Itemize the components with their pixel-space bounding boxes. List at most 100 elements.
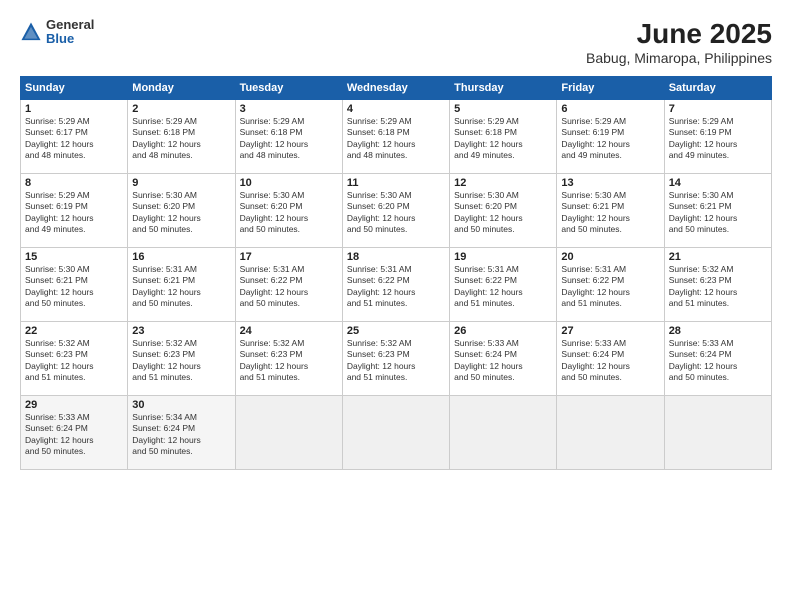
calendar-subtitle: Babug, Mimaropa, Philippines	[586, 50, 772, 66]
day-number: 10	[240, 177, 338, 189]
day-number: 13	[561, 177, 659, 189]
table-row: 15Sunrise: 5:30 AM Sunset: 6:21 PM Dayli…	[21, 248, 128, 322]
day-info: Sunrise: 5:31 AM Sunset: 6:22 PM Dayligh…	[561, 264, 659, 310]
th-sunday: Sunday	[21, 77, 128, 100]
day-info: Sunrise: 5:32 AM Sunset: 6:23 PM Dayligh…	[25, 338, 123, 384]
table-row: 16Sunrise: 5:31 AM Sunset: 6:21 PM Dayli…	[128, 248, 235, 322]
table-row: 12Sunrise: 5:30 AM Sunset: 6:20 PM Dayli…	[450, 174, 557, 248]
day-info: Sunrise: 5:30 AM Sunset: 6:20 PM Dayligh…	[240, 190, 338, 236]
day-number: 8	[25, 177, 123, 189]
day-info: Sunrise: 5:30 AM Sunset: 6:21 PM Dayligh…	[669, 190, 767, 236]
th-friday: Friday	[557, 77, 664, 100]
day-number: 21	[669, 251, 767, 263]
table-row	[664, 396, 771, 470]
day-number: 17	[240, 251, 338, 263]
day-number: 6	[561, 103, 659, 115]
table-row: 22Sunrise: 5:32 AM Sunset: 6:23 PM Dayli…	[21, 322, 128, 396]
day-info: Sunrise: 5:31 AM Sunset: 6:21 PM Dayligh…	[132, 264, 230, 310]
day-number: 25	[347, 325, 445, 337]
header-row: Sunday Monday Tuesday Wednesday Thursday…	[21, 77, 772, 100]
day-number: 26	[454, 325, 552, 337]
page: General Blue June 2025 Babug, Mimaropa, …	[0, 0, 792, 612]
th-saturday: Saturday	[664, 77, 771, 100]
day-info: Sunrise: 5:33 AM Sunset: 6:24 PM Dayligh…	[561, 338, 659, 384]
calendar-table: Sunday Monday Tuesday Wednesday Thursday…	[20, 76, 772, 470]
day-number: 5	[454, 103, 552, 115]
day-info: Sunrise: 5:31 AM Sunset: 6:22 PM Dayligh…	[240, 264, 338, 310]
th-thursday: Thursday	[450, 77, 557, 100]
table-row: 19Sunrise: 5:31 AM Sunset: 6:22 PM Dayli…	[450, 248, 557, 322]
table-row: 21Sunrise: 5:32 AM Sunset: 6:23 PM Dayli…	[664, 248, 771, 322]
day-info: Sunrise: 5:33 AM Sunset: 6:24 PM Dayligh…	[454, 338, 552, 384]
day-number: 29	[25, 399, 123, 411]
table-row: 18Sunrise: 5:31 AM Sunset: 6:22 PM Dayli…	[342, 248, 449, 322]
table-row: 5Sunrise: 5:29 AM Sunset: 6:18 PM Daylig…	[450, 100, 557, 174]
title-block: June 2025 Babug, Mimaropa, Philippines	[586, 18, 772, 66]
day-number: 27	[561, 325, 659, 337]
table-row: 29Sunrise: 5:33 AM Sunset: 6:24 PM Dayli…	[21, 396, 128, 470]
day-number: 18	[347, 251, 445, 263]
day-number: 20	[561, 251, 659, 263]
day-info: Sunrise: 5:29 AM Sunset: 6:19 PM Dayligh…	[561, 116, 659, 162]
day-number: 9	[132, 177, 230, 189]
table-row: 14Sunrise: 5:30 AM Sunset: 6:21 PM Dayli…	[664, 174, 771, 248]
day-info: Sunrise: 5:29 AM Sunset: 6:19 PM Dayligh…	[25, 190, 123, 236]
table-row: 26Sunrise: 5:33 AM Sunset: 6:24 PM Dayli…	[450, 322, 557, 396]
table-row: 24Sunrise: 5:32 AM Sunset: 6:23 PM Dayli…	[235, 322, 342, 396]
table-row: 28Sunrise: 5:33 AM Sunset: 6:24 PM Dayli…	[664, 322, 771, 396]
calendar-row: 1Sunrise: 5:29 AM Sunset: 6:17 PM Daylig…	[21, 100, 772, 174]
day-info: Sunrise: 5:30 AM Sunset: 6:21 PM Dayligh…	[25, 264, 123, 310]
table-row: 11Sunrise: 5:30 AM Sunset: 6:20 PM Dayli…	[342, 174, 449, 248]
calendar-row: 29Sunrise: 5:33 AM Sunset: 6:24 PM Dayli…	[21, 396, 772, 470]
day-number: 2	[132, 103, 230, 115]
day-number: 30	[132, 399, 230, 411]
day-number: 19	[454, 251, 552, 263]
table-row: 2Sunrise: 5:29 AM Sunset: 6:18 PM Daylig…	[128, 100, 235, 174]
day-info: Sunrise: 5:29 AM Sunset: 6:18 PM Dayligh…	[240, 116, 338, 162]
day-info: Sunrise: 5:34 AM Sunset: 6:24 PM Dayligh…	[132, 412, 230, 458]
table-row: 13Sunrise: 5:30 AM Sunset: 6:21 PM Dayli…	[557, 174, 664, 248]
day-info: Sunrise: 5:32 AM Sunset: 6:23 PM Dayligh…	[347, 338, 445, 384]
table-row: 7Sunrise: 5:29 AM Sunset: 6:19 PM Daylig…	[664, 100, 771, 174]
logo: General Blue	[20, 18, 94, 47]
table-row	[342, 396, 449, 470]
day-number: 7	[669, 103, 767, 115]
table-row: 23Sunrise: 5:32 AM Sunset: 6:23 PM Dayli…	[128, 322, 235, 396]
table-row: 8Sunrise: 5:29 AM Sunset: 6:19 PM Daylig…	[21, 174, 128, 248]
day-number: 22	[25, 325, 123, 337]
day-number: 15	[25, 251, 123, 263]
day-number: 4	[347, 103, 445, 115]
day-info: Sunrise: 5:32 AM Sunset: 6:23 PM Dayligh…	[669, 264, 767, 310]
day-info: Sunrise: 5:32 AM Sunset: 6:23 PM Dayligh…	[240, 338, 338, 384]
header: General Blue June 2025 Babug, Mimaropa, …	[20, 18, 772, 66]
th-tuesday: Tuesday	[235, 77, 342, 100]
table-row	[557, 396, 664, 470]
th-monday: Monday	[128, 77, 235, 100]
day-number: 3	[240, 103, 338, 115]
day-number: 1	[25, 103, 123, 115]
logo-blue: Blue	[46, 32, 94, 46]
table-row: 27Sunrise: 5:33 AM Sunset: 6:24 PM Dayli…	[557, 322, 664, 396]
day-number: 11	[347, 177, 445, 189]
day-info: Sunrise: 5:30 AM Sunset: 6:20 PM Dayligh…	[454, 190, 552, 236]
day-info: Sunrise: 5:29 AM Sunset: 6:18 PM Dayligh…	[132, 116, 230, 162]
table-row: 9Sunrise: 5:30 AM Sunset: 6:20 PM Daylig…	[128, 174, 235, 248]
day-info: Sunrise: 5:30 AM Sunset: 6:20 PM Dayligh…	[347, 190, 445, 236]
day-info: Sunrise: 5:29 AM Sunset: 6:18 PM Dayligh…	[454, 116, 552, 162]
day-number: 12	[454, 177, 552, 189]
table-row: 6Sunrise: 5:29 AM Sunset: 6:19 PM Daylig…	[557, 100, 664, 174]
table-row: 17Sunrise: 5:31 AM Sunset: 6:22 PM Dayli…	[235, 248, 342, 322]
day-info: Sunrise: 5:29 AM Sunset: 6:17 PM Dayligh…	[25, 116, 123, 162]
day-number: 24	[240, 325, 338, 337]
table-row	[450, 396, 557, 470]
day-number: 28	[669, 325, 767, 337]
day-info: Sunrise: 5:29 AM Sunset: 6:18 PM Dayligh…	[347, 116, 445, 162]
table-row: 20Sunrise: 5:31 AM Sunset: 6:22 PM Dayli…	[557, 248, 664, 322]
calendar-row: 22Sunrise: 5:32 AM Sunset: 6:23 PM Dayli…	[21, 322, 772, 396]
day-info: Sunrise: 5:33 AM Sunset: 6:24 PM Dayligh…	[669, 338, 767, 384]
th-wednesday: Wednesday	[342, 77, 449, 100]
day-info: Sunrise: 5:32 AM Sunset: 6:23 PM Dayligh…	[132, 338, 230, 384]
day-number: 14	[669, 177, 767, 189]
day-info: Sunrise: 5:29 AM Sunset: 6:19 PM Dayligh…	[669, 116, 767, 162]
calendar-title: June 2025	[586, 18, 772, 50]
